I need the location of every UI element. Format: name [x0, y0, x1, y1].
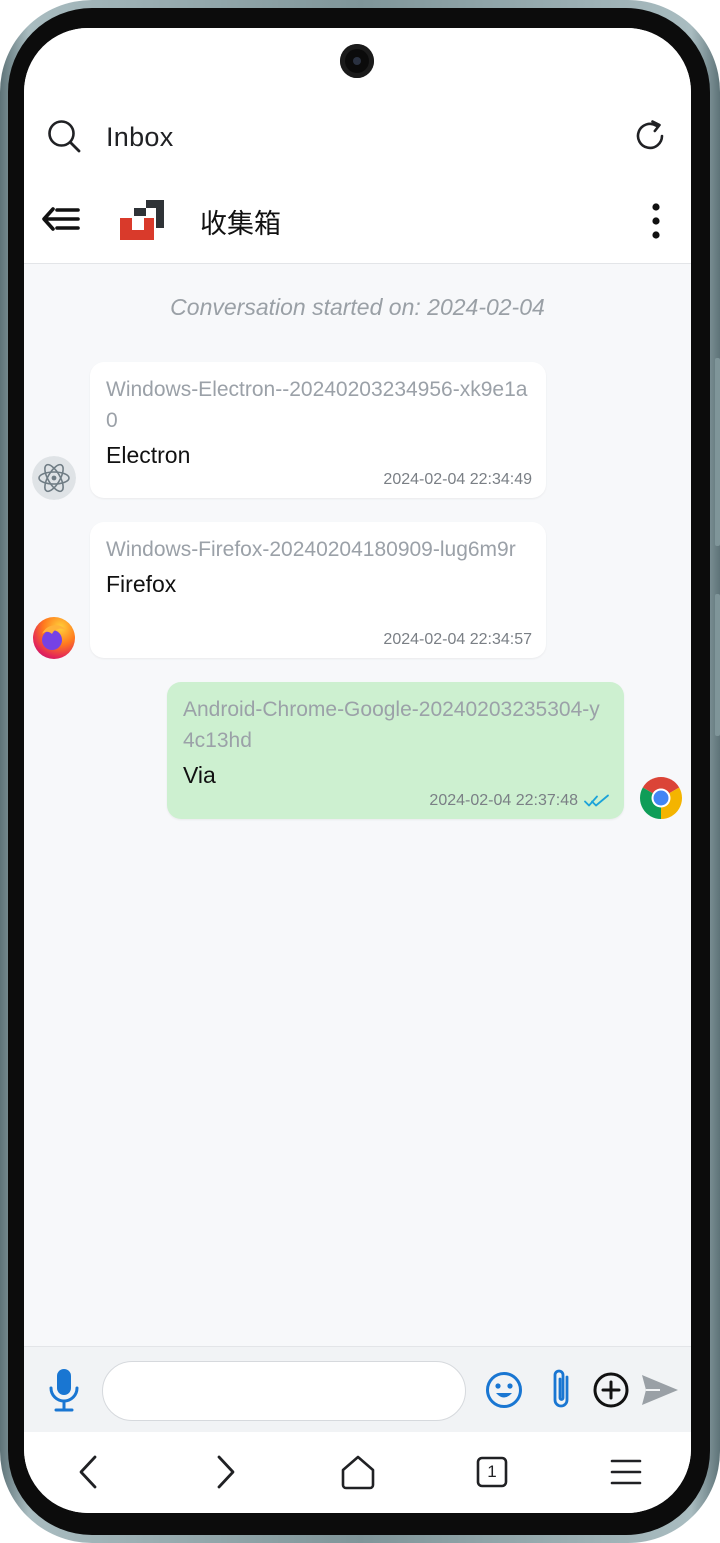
nav-back-icon[interactable]: [70, 1452, 110, 1492]
send-icon[interactable]: [640, 1373, 680, 1407]
add-circle-icon[interactable]: [592, 1371, 630, 1409]
screen: Inbox 收集箱 Conversation started on: 2024-…: [24, 28, 691, 1513]
message-meta: 2024-02-04 22:37:48: [429, 792, 610, 810]
app-header: 收集箱: [24, 180, 691, 264]
conversation-start-label: Conversation started on: 2024-02-04: [170, 294, 545, 320]
page-title: 收集箱: [200, 209, 281, 240]
message-meta: 2024-02-04 22:34:49: [383, 471, 532, 489]
reload-icon[interactable]: [632, 118, 668, 154]
front-camera: [340, 44, 374, 78]
tab-count: 1: [487, 1462, 497, 1481]
message-bubble-incoming[interactable]: Windows-Electron--20240203234956-xk9e1a0…: [90, 362, 546, 498]
chrome-icon: [639, 776, 683, 819]
message-timestamp: 2024-02-04 22:34:49: [383, 471, 532, 488]
volume-button: [715, 358, 720, 546]
nav-home-icon[interactable]: [338, 1452, 378, 1492]
composer-bar: [24, 1346, 691, 1432]
double-check-icon: [584, 794, 609, 807]
browser-bottom-nav: 1: [24, 1432, 691, 1513]
message-bubble-outgoing[interactable]: Android-Chrome-Google-20240203235304-y4c…: [167, 682, 624, 819]
electron-icon: [32, 456, 76, 500]
browser-address-text[interactable]: Inbox: [106, 122, 174, 153]
nav-menu-icon[interactable]: [606, 1452, 646, 1492]
message-text: Electron: [106, 442, 191, 468]
message-input[interactable]: [102, 1361, 466, 1421]
search-icon[interactable]: [46, 118, 82, 154]
browser-top-bar: Inbox: [24, 28, 691, 180]
message-device-id: Windows-Firefox-20240204180909-lug6m9r: [106, 538, 516, 561]
back-menu-icon[interactable]: [41, 202, 81, 236]
message-timestamp: 2024-02-04 22:37:48: [429, 792, 578, 809]
message-text: Via: [183, 762, 216, 788]
message-text: Firefox: [106, 571, 177, 597]
firefox-icon: [33, 617, 75, 659]
nav-forward-icon[interactable]: [204, 1452, 244, 1492]
message-bubble-incoming[interactable]: Windows-Firefox-20240204180909-lug6m9r F…: [90, 522, 546, 658]
power-button: [715, 594, 720, 736]
paperclip-icon[interactable]: [548, 1367, 576, 1413]
emoji-icon[interactable]: [485, 1371, 523, 1409]
microphone-icon[interactable]: [46, 1367, 82, 1413]
tabs-button[interactable]: 1: [472, 1452, 512, 1492]
message-device-id: Windows-Electron--20240203234956-xk9e1a0: [106, 378, 528, 432]
message-device-id: Android-Chrome-Google-20240203235304-y4c…: [183, 698, 600, 752]
app-logo-icon: [120, 200, 164, 240]
message-timestamp: 2024-02-04 22:34:57: [383, 631, 532, 648]
more-options-icon[interactable]: [646, 202, 666, 240]
message-meta: 2024-02-04 22:34:57: [383, 631, 532, 649]
